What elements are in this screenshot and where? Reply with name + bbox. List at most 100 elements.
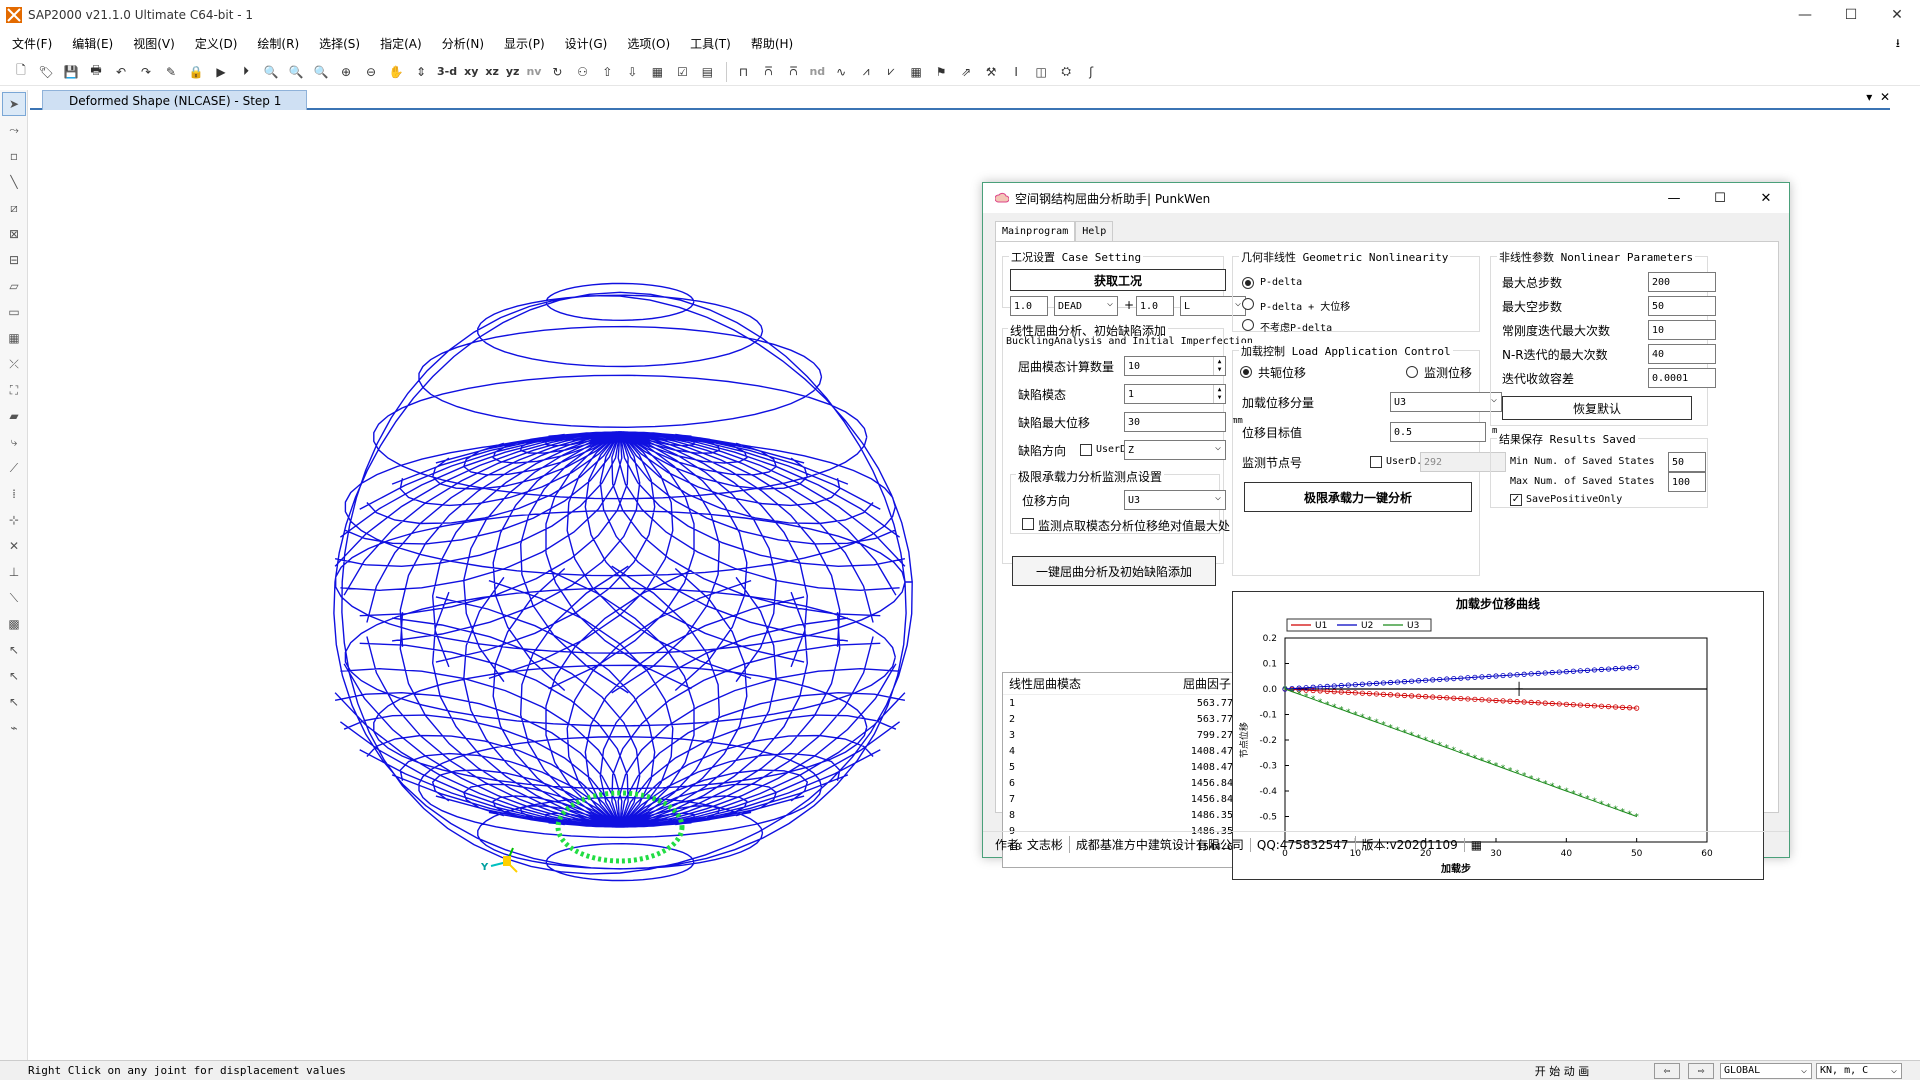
monitor-disp-radio[interactable]	[1406, 366, 1418, 378]
load-pattern-icon[interactable]: ⛭	[1055, 61, 1077, 83]
coord-system-select[interactable]: GLOBAL	[1720, 1062, 1812, 1079]
object-shrink-icon[interactable]: ▦	[646, 61, 668, 83]
design-icon[interactable]: ⚒	[980, 61, 1002, 83]
perspective-icon[interactable]: ⚇	[571, 61, 593, 83]
minimize-button[interactable]: —	[1782, 0, 1828, 30]
qr-icon[interactable]: ▦	[1463, 837, 1488, 852]
disp-dir-select[interactable]: U3	[1124, 490, 1226, 510]
factor1-input[interactable]: 1.0	[1010, 296, 1048, 316]
factor2-input[interactable]: 1.0	[1136, 296, 1174, 316]
menu-draw[interactable]: 绘制(R)	[257, 35, 299, 52]
table-row[interactable]: 7 1456.849	[1003, 791, 1271, 807]
draw-section-cut-icon[interactable]: ⤷	[2, 430, 26, 454]
max-disp-input[interactable]: 30	[1124, 412, 1226, 432]
step-prev-icon[interactable]: ⇦	[1654, 1062, 1680, 1079]
no-pdelta-radio[interactable]	[1242, 319, 1254, 331]
buckling-run-button[interactable]: 一键屈曲分析及初始缺陷添加	[1012, 556, 1216, 586]
menu-help[interactable]: 帮助(H)	[751, 35, 793, 52]
tab-deformed-shape[interactable]: Deformed Shape (NLCASE) - Step 1	[42, 90, 307, 110]
frame-icon[interactable]: ⊓	[732, 61, 754, 83]
menu-edit[interactable]: 编辑(E)	[72, 35, 113, 52]
table-row[interactable]: 1 563.776	[1003, 695, 1271, 711]
table-row[interactable]: 3 799.273	[1003, 727, 1271, 743]
draw-rect-area-icon[interactable]: ▭	[2, 300, 26, 324]
area-icon[interactable]: ◫	[1030, 61, 1052, 83]
nd-button[interactable]: nd	[807, 61, 827, 83]
down-icon[interactable]: ⇩	[621, 61, 643, 83]
save-positive-checkbox[interactable]: ✓	[1510, 494, 1522, 506]
print-icon[interactable]: 🖶	[85, 61, 107, 83]
redo-icon[interactable]: ↷	[135, 61, 157, 83]
node-userd-checkbox[interactable]	[1370, 456, 1382, 468]
draw-brace-icon[interactable]: ⊟	[2, 248, 26, 272]
lock-icon[interactable]: 🔒	[185, 61, 207, 83]
conjugate-disp-radio[interactable]	[1240, 366, 1252, 378]
zoom-out-icon[interactable]: ⊖	[360, 61, 382, 83]
draw-poly-area-icon[interactable]: ▱	[2, 274, 26, 298]
menu-view[interactable]: 视图(V)	[133, 35, 175, 52]
min-saved-input[interactable]: 50	[1668, 452, 1706, 472]
zoom-in-icon[interactable]: ⊕	[335, 61, 357, 83]
menu-tools[interactable]: 工具(T)	[690, 35, 731, 52]
view-yz-button[interactable]: yz	[504, 61, 522, 83]
dialog-minimize-button[interactable]: —	[1651, 183, 1697, 213]
stress-icon[interactable]: ⩗	[880, 61, 902, 83]
dialog-close-button[interactable]: ✕	[1743, 183, 1789, 213]
step-next-icon[interactable]: ⇨	[1688, 1062, 1714, 1079]
nr-input[interactable]: 40	[1648, 344, 1716, 364]
snap-intersect-icon[interactable]: ✕	[2, 534, 26, 558]
draw-link-icon[interactable]: ⤫	[2, 352, 26, 376]
pointer-icon[interactable]: ➤	[2, 92, 26, 116]
force-icon[interactable]: ⩘	[855, 61, 877, 83]
rubber-band-icon[interactable]: ⇕	[410, 61, 432, 83]
run-icon[interactable]: ▶	[210, 61, 232, 83]
menu-assign[interactable]: 指定(A)	[380, 35, 422, 52]
pan-icon[interactable]: ✋	[385, 61, 407, 83]
close-tab-icon[interactable]: ✕	[1880, 90, 1890, 104]
stepper-arrows-icon[interactable]: ▲ ▼	[1213, 357, 1225, 375]
quick-draw-area-icon[interactable]: ▦	[2, 326, 26, 350]
case1-select[interactable]: DEAD	[1054, 296, 1118, 316]
tol-input[interactable]: 0.0001	[1648, 368, 1716, 388]
rotate-icon[interactable]: ↻	[546, 61, 568, 83]
frames-icon[interactable]: ⩃	[757, 61, 779, 83]
undo-icon[interactable]: ↶	[110, 61, 132, 83]
table-row[interactable]: 5 1408.477	[1003, 759, 1271, 775]
new-icon[interactable]: 🗋	[10, 61, 32, 83]
direction-select[interactable]: Z	[1124, 440, 1226, 460]
frame-load-icon[interactable]: ⩃	[782, 61, 804, 83]
table-row[interactable]: 6 1456.849	[1003, 775, 1271, 791]
link-icon[interactable]: ʃ	[1080, 61, 1102, 83]
draw-solid-icon[interactable]: ▰	[2, 404, 26, 428]
zoom-window-icon[interactable]: 🔍	[260, 61, 282, 83]
ultimate-run-button[interactable]: 极限承载力一键分析	[1244, 482, 1472, 512]
max-total-input[interactable]: 200	[1648, 272, 1716, 292]
table-row[interactable]: 2 563.776	[1003, 711, 1271, 727]
select-all-icon[interactable]: ↖	[2, 638, 26, 662]
component-select[interactable]: U3	[1390, 392, 1502, 412]
quick-draw-frame-icon[interactable]: ⊠	[2, 222, 26, 246]
dialog-maximize-button[interactable]: ☐	[1697, 183, 1743, 213]
view-3d-button[interactable]: 3-d	[435, 61, 459, 83]
snap-grid-icon[interactable]: ▩	[2, 612, 26, 636]
run-now-icon[interactable]: ⏵	[235, 61, 257, 83]
view-xz-button[interactable]: xz	[483, 61, 501, 83]
snap-ends-icon[interactable]: ⊹	[2, 508, 26, 532]
menu-design[interactable]: 设计(G)	[565, 35, 608, 52]
snap-points-icon[interactable]: ⁞	[2, 482, 26, 506]
const-stiff-input[interactable]: 10	[1648, 320, 1716, 340]
max-saved-input[interactable]: 100	[1668, 472, 1706, 492]
reset-default-button[interactable]: 恢复默认	[1502, 396, 1692, 420]
save-icon[interactable]: 💾	[60, 61, 82, 83]
stepper-arrows-icon[interactable]: ▲ ▼	[1213, 385, 1225, 403]
pencil-icon[interactable]: ✎	[160, 61, 182, 83]
draw-joint-icon[interactable]: ▫	[2, 144, 26, 168]
open-icon[interactable]: 🏷	[35, 61, 57, 83]
direction-userd-checkbox[interactable]	[1080, 444, 1092, 456]
view-nv-button[interactable]: nv	[524, 61, 543, 83]
maximize-button[interactable]: ☐	[1828, 0, 1874, 30]
draw-cable-icon[interactable]: ⧄	[2, 196, 26, 220]
view-xy-button[interactable]: xy	[462, 61, 480, 83]
table-row[interactable]: 8 1486.354	[1003, 807, 1271, 823]
menu-display[interactable]: 显示(P)	[504, 35, 545, 52]
